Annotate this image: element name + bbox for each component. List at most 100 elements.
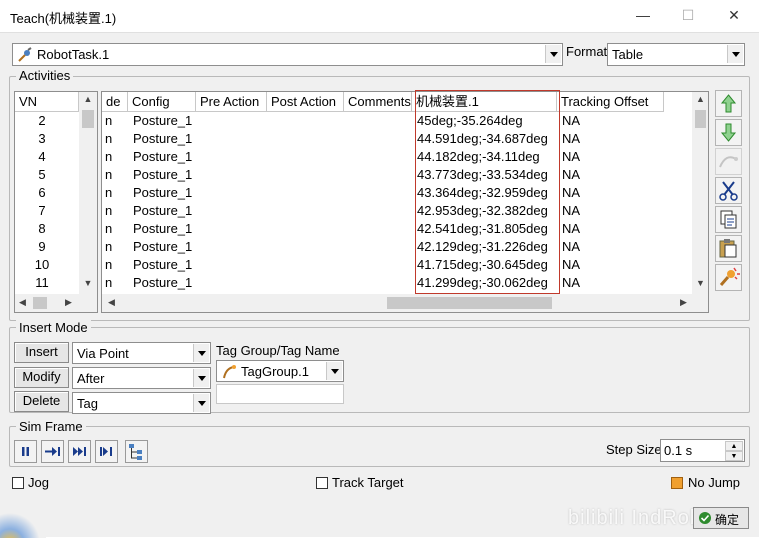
column-header[interactable]: Config [128,92,196,112]
column-header[interactable]: 机械装置.1 [412,92,557,112]
table-row[interactable]: n Posture_1 45deg;-35.264deg NA [102,112,692,130]
ok-button[interactable]: 确定 [693,507,749,529]
chevron-down-icon[interactable] [193,394,209,412]
vn-cell[interactable]: 6 [15,184,69,202]
scroll-right-icon[interactable]: ▶ [680,297,687,308]
title-bar: Teach(机械装置.1) — ☐ ✕ [0,0,759,32]
move-down-button[interactable] [715,119,742,146]
tag-group-combo[interactable]: TagGroup.1 [216,360,344,382]
maximize-button[interactable]: ☐ [665,0,711,32]
pause-button[interactable] [14,440,37,463]
modify-button[interactable]: Modify [14,367,69,388]
arrow-down-icon [720,123,737,142]
vn-cell[interactable]: 7 [15,202,69,220]
table-row[interactable]: n Posture_1 44.591deg;-34.687deg NA [102,130,692,148]
minimize-button[interactable]: — [620,0,666,32]
vn-cell[interactable]: 4 [15,148,69,166]
fast-forward-button[interactable] [68,440,91,463]
vn-vertical-scrollbar[interactable]: ▲ ▼ [79,92,97,294]
scroll-left-icon[interactable]: ◀ [19,297,26,308]
vn-cell[interactable]: 2 [15,112,69,130]
insert-position-combo[interactable]: After [72,367,211,389]
scroll-up-icon[interactable]: ▲ [692,94,708,104]
table-horizontal-scrollbar[interactable]: ◀ ▶ [102,294,708,312]
chevron-down-icon[interactable] [326,362,342,380]
table-cell: NA [562,167,581,182]
move-up-button[interactable] [715,90,742,117]
copy-button[interactable] [715,206,742,233]
tag-name-field[interactable] [216,384,344,404]
scroll-right-icon[interactable]: ▶ [65,297,72,308]
table-row[interactable]: n Posture_1 43.773deg;-33.534deg NA [102,166,692,184]
vn-cell[interactable]: 5 [15,166,69,184]
table-cell: Posture_1 [133,257,193,272]
scroll-down-icon[interactable]: ▼ [79,278,97,288]
table-cell: 44.591deg;-34.687deg [417,131,548,146]
step-forward-icon [45,447,60,456]
close-button[interactable]: ✕ [711,0,757,32]
scrollbar-thumb[interactable] [33,297,47,309]
activities-table[interactable]: de Config Pre Action Post Action Comments 机械装… [101,91,709,313]
vn-list[interactable]: VN 2 3 4 5 6 7 8 9 10 11 ▲ ▼ ◀ ▶ [14,91,98,313]
scroll-up-icon[interactable]: ▲ [79,94,97,104]
vn-cell[interactable]: 9 [15,238,69,256]
tag-group-label: Tag Group/Tag Name [216,343,340,358]
column-header[interactable]: Post Action [267,92,344,112]
table-cell: Posture_1 [133,185,193,200]
table-cell: n [105,167,113,182]
paste-button[interactable] [715,235,742,262]
table-cell: NA [562,203,581,218]
jog-checkbox[interactable] [12,477,24,489]
scrollbar-thumb[interactable] [82,110,94,128]
sim-frame-legend: Sim Frame [16,419,86,434]
vn-cell[interactable]: 8 [15,220,69,238]
spin-down-icon[interactable]: ▼ [725,451,743,461]
table-row[interactable]: n Posture_1 43.364deg;-32.959deg NA [102,184,692,202]
jump-to-end-button[interactable] [95,440,118,463]
vn-header[interactable]: VN [15,92,79,112]
teach-device-button[interactable] [715,264,742,291]
table-row[interactable]: n Posture_1 42.129deg;-31.226deg NA [102,238,692,256]
table-row[interactable]: n Posture_1 42.953deg;-32.382deg NA [102,202,692,220]
track-target-checkbox[interactable] [316,477,328,489]
chevron-down-icon[interactable] [193,344,209,362]
table-cell: Posture_1 [133,167,193,182]
scrollbar-thumb[interactable] [695,110,706,128]
table-row[interactable]: n Posture_1 41.299deg;-30.062deg NA [102,274,692,292]
column-header[interactable]: de [102,92,128,112]
chevron-down-icon[interactable] [727,45,743,63]
cut-button[interactable] [715,177,742,204]
delete-button[interactable]: Delete [14,391,69,412]
column-header[interactable]: Pre Action [196,92,267,112]
table-row[interactable]: n Posture_1 42.541deg;-31.805deg NA [102,220,692,238]
table-cell: Posture_1 [133,239,193,254]
vn-cell[interactable]: 3 [15,130,69,148]
task-combo[interactable]: RobotTask.1 [12,43,563,66]
insert-button[interactable]: Insert [14,342,69,363]
scroll-left-icon[interactable]: ◀ [108,297,115,308]
table-vertical-scrollbar[interactable]: ▲ ▼ [692,92,708,294]
scrollbar-thumb[interactable] [387,297,552,309]
table-cell: Posture_1 [133,221,193,236]
format-combo[interactable]: Table [607,43,745,66]
spin-up-icon[interactable]: ▲ [725,441,743,451]
table-row[interactable]: n Posture_1 44.182deg;-34.11deg NA [102,148,692,166]
scroll-down-icon[interactable]: ▼ [692,278,708,288]
chevron-down-icon[interactable] [193,369,209,387]
table-cell: NA [562,185,581,200]
tree-view-button[interactable] [125,440,148,463]
jump-button[interactable] [715,148,742,175]
table-row[interactable]: n Posture_1 41.715deg;-30.645deg NA [102,256,692,274]
vn-horizontal-scrollbar[interactable]: ◀ ▶ [15,294,97,312]
vn-cell[interactable]: 11 [15,274,69,292]
no-jump-checkbox[interactable] [671,477,683,489]
step-forward-button[interactable] [41,440,64,463]
no-jump-label: No Jump [688,475,741,490]
vn-cell[interactable]: 10 [15,256,69,274]
insert-target-combo[interactable]: Tag [72,392,211,414]
column-header[interactable]: Tracking Offset [557,92,664,112]
step-size-spinner[interactable]: 0.1 s ▲ ▼ [660,439,745,462]
chevron-down-icon[interactable] [545,45,561,63]
column-header[interactable]: Comments [344,92,412,112]
insert-type-combo[interactable]: Via Point [72,342,211,364]
